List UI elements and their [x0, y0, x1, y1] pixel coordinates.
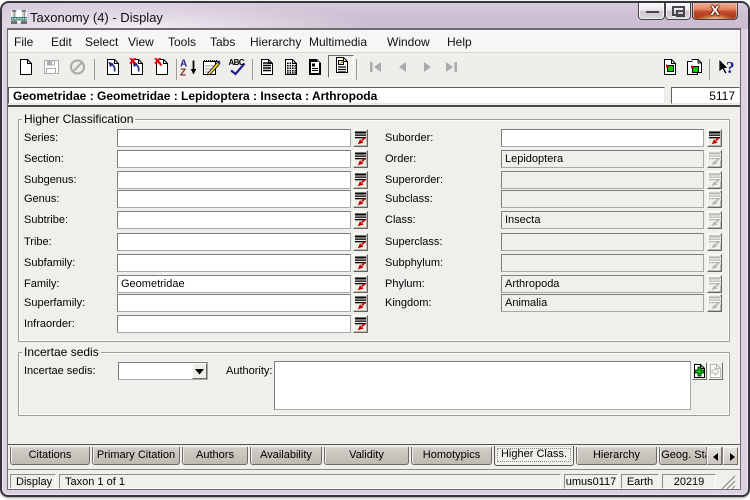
svg-text:Z: Z [180, 68, 186, 77]
svg-text:?: ? [726, 58, 735, 76]
svg-text:ABC: ABC [229, 58, 245, 67]
